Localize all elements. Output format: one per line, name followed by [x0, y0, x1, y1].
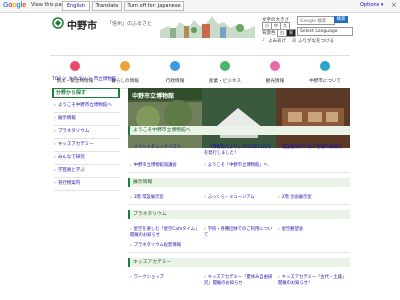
section-link[interactable]: 星空を楽しむ「星空Cafeタイム」開催のお知らせ [130, 226, 200, 238]
nav-item-business[interactable]: 産業・ビジネス [200, 56, 250, 88]
close-icon[interactable]: × [391, 1, 397, 9]
section-link[interactable]: 学校・各種団体でのご利用について [204, 226, 274, 238]
section-heading[interactable]: キッズアカデミー [128, 258, 350, 267]
sidebar-item[interactable]: みんなで研究 [54, 152, 120, 165]
color-label: 背景色 [262, 31, 276, 36]
furigana-icon[interactable]: あ [292, 38, 297, 44]
sidebar-item[interactable]: ようこそ中野市立博物館へ [54, 100, 120, 113]
section-link[interactable]: 星空観望会 [278, 226, 303, 232]
furigana-link[interactable]: ふりがなをつける [298, 38, 334, 44]
sidebar: 分野から探す ようこそ中野市立博物館へ 展示情報 プラネタリウム キッズアカデミ… [52, 88, 120, 288]
nav-item-living[interactable]: 暮らしの情報 [100, 56, 150, 88]
search-input[interactable]: Google 検索 [297, 16, 335, 25]
page-title: 中野市立博物館 [132, 93, 175, 100]
camera-icon [270, 61, 280, 71]
section-link[interactable]: キッズアカデミー「夏休み自由研究」開催のお知らせ [204, 274, 274, 286]
home-icon [120, 61, 130, 71]
sidebar-item[interactable]: 学芸員と学ぶ [54, 165, 120, 178]
section-link[interactable]: 2階 企画展示室 [278, 194, 312, 200]
section-link[interactable]: ふっくら・ミュージアム [204, 194, 255, 200]
breadcrumb[interactable]: TOP ＞ カテゴリ ＞ 市立博物館 [52, 76, 116, 82]
section-heading[interactable]: 展示情報 [128, 178, 350, 187]
nav-item-tourism[interactable]: 観光情報 [250, 56, 300, 88]
nav-item-about[interactable]: 中野市について [300, 56, 350, 88]
sidebar-item[interactable]: プラネタリウム [54, 126, 120, 139]
read-aloud-link[interactable]: よみあげ [268, 38, 286, 44]
sidebar-item[interactable]: 展示情報 [54, 113, 120, 126]
nav-item-disaster[interactable]: 防災・緊急時情報 [50, 56, 100, 88]
divider [128, 172, 350, 173]
global-nav: 防災・緊急時情報 暮らしの情報 行政情報 産業・ビジネス 観光情報 中野市につい… [50, 55, 350, 89]
city-emblem-icon [52, 17, 64, 29]
alert-icon [70, 61, 80, 71]
section-link[interactable]: ワークショップ [130, 274, 164, 280]
tagline: 「信州」のふるさと [107, 21, 153, 27]
google-logo: Google [3, 2, 26, 9]
search-placeholder: Google 検索 [300, 19, 327, 24]
site-logo-text[interactable]: 中野市 [67, 17, 97, 32]
divider [128, 204, 350, 205]
section-link[interactable]: 1階 常設展示室 [130, 194, 164, 200]
speaker-icon[interactable]: ♪ [262, 38, 265, 43]
translate-button[interactable]: Translate [92, 1, 122, 11]
sidebar-heading-box: 分野から探す [52, 88, 120, 98]
section-heading[interactable]: ようこそ中野市立博物館へ [128, 126, 350, 135]
nav-label: 観光情報 [265, 79, 285, 84]
nav-item-administration[interactable]: 行政情報 [150, 56, 200, 88]
section-link[interactable]: 施設使用料に係る各種申請様式 [278, 144, 348, 150]
city-icon [320, 61, 330, 71]
select-language-dropdown[interactable]: Select Language [297, 27, 353, 36]
sidebar-item[interactable]: キッズアカデミー [54, 139, 120, 152]
section-link[interactable]: 中野市立博物館協議会 [130, 162, 177, 168]
nav-label: 行政情報 [165, 79, 185, 84]
building-icon [170, 61, 180, 71]
divider [128, 252, 350, 253]
nav-label: 中野市について [308, 79, 342, 84]
search-button[interactable]: 検索 [334, 16, 348, 23]
language-select[interactable]: English [62, 1, 90, 11]
options-button[interactable]: Options ▾ [360, 2, 383, 8]
section-link[interactable]: 「博物館だより」2022年11月号を発行しました！ [204, 144, 274, 156]
nav-label: 産業・ビジネス [208, 79, 242, 84]
town-illustration [160, 16, 255, 38]
sidebar-item[interactable]: 刊行物案内 [54, 178, 120, 191]
section-link[interactable]: イベントチェックリスト [130, 144, 181, 150]
section-link[interactable]: プラネタリウム投影情報 [130, 242, 181, 248]
color-black-button[interactable]: 黒 [286, 29, 296, 37]
briefcase-icon [220, 61, 230, 71]
sidebar-heading: 分野から探す [54, 89, 118, 97]
turn-off-button[interactable]: Turn off for: Japanese [124, 1, 184, 11]
section-link[interactable]: キッズアカデミー「古代・土器」開催のお知らせ！ [278, 274, 348, 286]
section-link[interactable]: ようこそ「中野市立博物館」へ [204, 162, 268, 168]
section-heading[interactable]: プラネタリウム [128, 210, 350, 219]
